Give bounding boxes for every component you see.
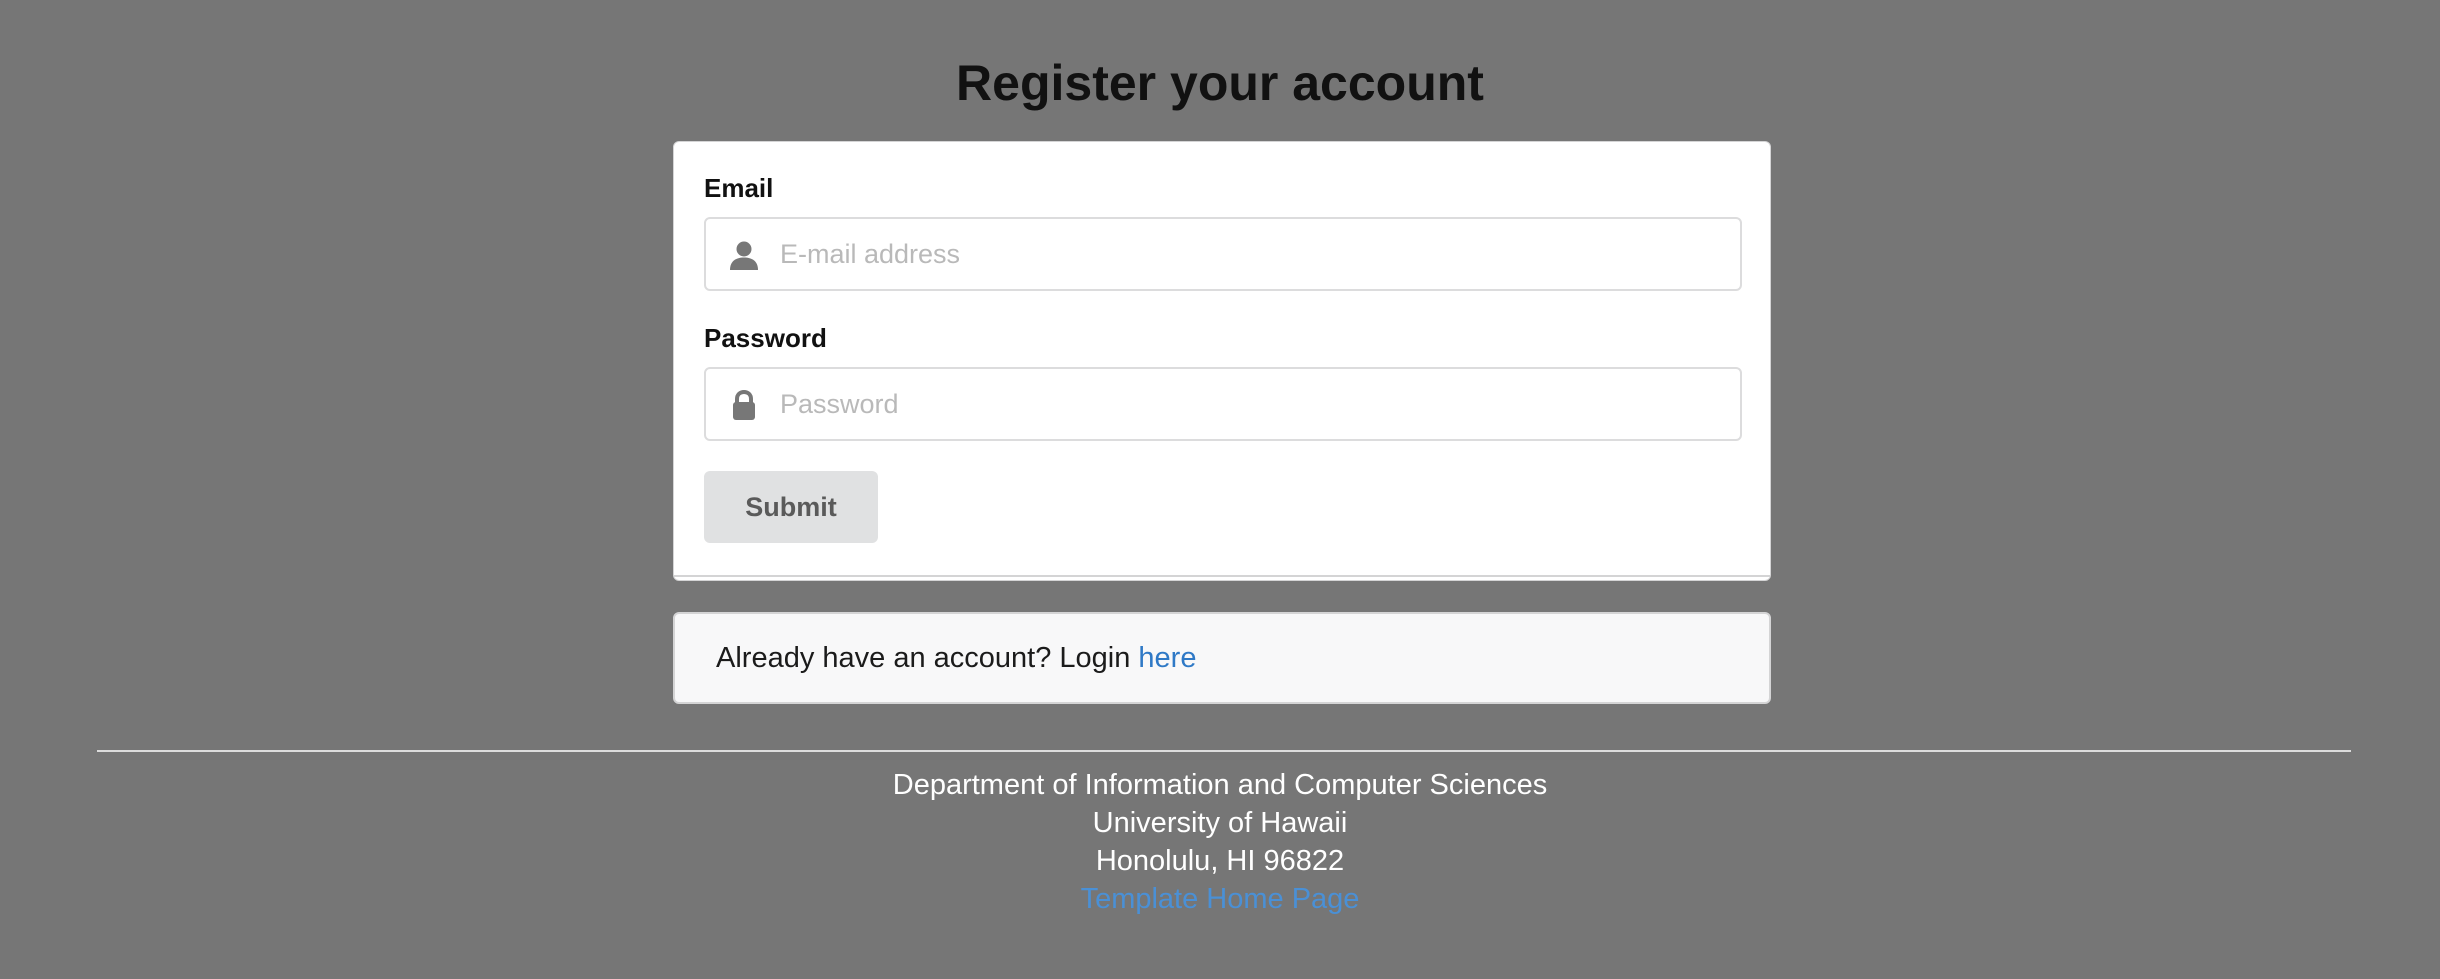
footer: Department of Information and Computer S…	[0, 766, 2440, 918]
password-label: Password	[704, 323, 827, 353]
registration-form: Email Password Submit	[673, 141, 1771, 581]
password-field[interactable]	[704, 367, 1742, 441]
email-label: Email	[704, 173, 774, 203]
footer-department: Department of Information and Computer S…	[892, 769, 1548, 801]
email-input[interactable]	[780, 219, 1720, 289]
lock-icon	[728, 389, 760, 421]
footer-divider	[97, 750, 2351, 752]
footer-university: University of Hawaii	[1092, 807, 1348, 839]
footer-address: Honolulu, HI 96822	[1095, 845, 1345, 877]
login-link[interactable]: here	[1138, 642, 1196, 674]
card-divider	[674, 575, 1770, 577]
page-title: Register your account	[956, 55, 1484, 111]
submit-button[interactable]: Submit	[704, 471, 878, 543]
email-field[interactable]	[704, 217, 1742, 291]
password-input[interactable]	[780, 369, 1720, 439]
login-message-text: Already have an account? Login	[716, 642, 1139, 674]
user-icon	[728, 239, 760, 271]
login-message: Already have an account? Login here	[673, 612, 1771, 704]
template-home-link[interactable]: Template Home Page	[1081, 883, 1360, 915]
